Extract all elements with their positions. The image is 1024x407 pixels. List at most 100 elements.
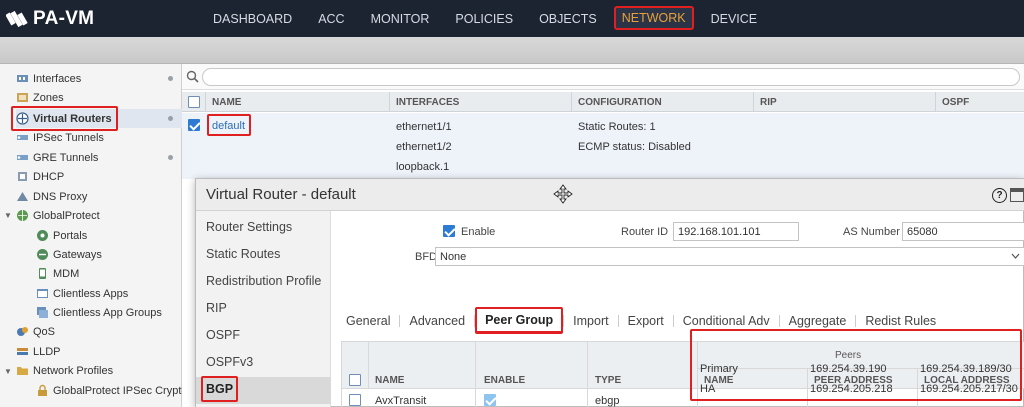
tab-peer-group[interactable]: Peer Group: [475, 307, 564, 334]
tab-network[interactable]: NETWORK: [613, 6, 694, 30]
gateway-icon: [37, 249, 48, 260]
tab-conditional-adv[interactable]: Conditional Adv: [674, 314, 779, 328]
column-group-name[interactable]: NAME: [375, 375, 404, 386]
nav-redistribution-profile[interactable]: Redistribution Profile: [206, 274, 321, 288]
enable-checkbox[interactable]: [443, 225, 455, 237]
interface-value: ethernet1/1: [396, 121, 452, 133]
sidebar-item-gre-tunnels[interactable]: GRE Tunnels: [16, 148, 98, 167]
router-id-input[interactable]: 192.168.101.101: [673, 222, 799, 241]
dhcp-icon: [18, 172, 27, 181]
tab-redist-rules[interactable]: Redist Rules: [856, 314, 945, 328]
sidebar-item-dns-proxy[interactable]: DNS Proxy: [16, 187, 87, 206]
app-icon: [37, 289, 48, 298]
peer-group-type: ebgp: [595, 395, 620, 407]
sidebar-item-ipsec-tunnels[interactable]: IPSec Tunnels: [16, 128, 104, 147]
help-icon[interactable]: ?: [992, 188, 1007, 203]
annotation-box-peers: [690, 329, 1022, 401]
collapse-toggle-icon[interactable]: ▼: [4, 211, 12, 220]
column-rip[interactable]: RIP: [754, 92, 936, 112]
interfaces-icon: [17, 75, 28, 82]
tab-aggregate[interactable]: Aggregate: [780, 314, 856, 328]
sub-toolbar: [0, 37, 1024, 64]
crypto-icon: [38, 384, 47, 396]
sidebar-item-label: GlobalProtect IPSec Crypto: [53, 384, 188, 397]
tab-dashboard[interactable]: DASHBOARD: [200, 0, 305, 37]
column-interfaces[interactable]: INTERFACES: [390, 92, 572, 112]
bfd-select[interactable]: None: [435, 247, 1024, 266]
column-type[interactable]: TYPE: [595, 375, 621, 386]
select-all-peer-groups-checkbox[interactable]: [349, 374, 361, 386]
nav-ospf[interactable]: OSPF: [206, 328, 240, 342]
filter-input[interactable]: [202, 68, 1020, 86]
bfd-selected-value: None: [440, 251, 467, 263]
tab-objects[interactable]: OBJECTS: [526, 0, 610, 37]
status-dot: [168, 155, 173, 160]
sidebar-item-portals[interactable]: Portals: [36, 226, 87, 245]
search-icon[interactable]: [186, 70, 199, 83]
tab-acc[interactable]: ACC: [305, 0, 357, 37]
sidebar-item-label: LLDP: [33, 345, 61, 358]
sidebar-item-gateways[interactable]: Gateways: [36, 245, 102, 264]
logo-text: PA-VM: [33, 7, 95, 29]
sidebar-item-globalprotect[interactable]: GlobalProtect: [16, 206, 100, 225]
column-ospf[interactable]: OSPF: [936, 92, 1024, 112]
tab-import[interactable]: Import: [564, 314, 617, 328]
peer-group-name[interactable]: AvxTransit: [375, 395, 426, 407]
status-dot: [168, 76, 173, 81]
main-nav: DASHBOARD ACC MONITOR POLICIES OBJECTS N…: [200, 0, 770, 37]
configuration-value: ECMP status: Disabled: [578, 141, 691, 153]
column-enable[interactable]: ENABLE: [484, 375, 525, 386]
pa-vm-logo: PA-VM: [0, 8, 200, 30]
status-dot: [168, 116, 173, 121]
column-configuration[interactable]: CONFIGURATION: [572, 92, 754, 112]
sidebar-item-label: Interfaces: [33, 72, 82, 85]
interface-value: ethernet1/2: [396, 141, 452, 153]
as-number-input[interactable]: 65080: [902, 222, 1024, 241]
maximize-icon[interactable]: [1010, 188, 1024, 202]
nav-ospfv3[interactable]: OSPFv3: [206, 355, 253, 369]
sidebar-item-lldp[interactable]: LLDP: [16, 342, 61, 361]
column-name[interactable]: NAME: [206, 92, 390, 112]
tab-export[interactable]: Export: [619, 314, 673, 328]
enable-label: Enable: [461, 226, 496, 238]
sidebar-item-clientless-app-groups[interactable]: Clientless App Groups: [36, 303, 162, 322]
select-all-cell: [182, 92, 206, 112]
tab-advanced[interactable]: Advanced: [400, 314, 474, 328]
sidebar-item-globalprotect-ipsec-crypto[interactable]: GlobalProtect IPSec Crypto: [36, 381, 188, 400]
dialog-header[interactable]: Virtual Router - default ?: [196, 179, 1024, 211]
nav-rip[interactable]: RIP: [206, 301, 227, 315]
network-tree: Interfaces Zones Virtual Routers IPSec T…: [0, 64, 188, 407]
tab-device[interactable]: DEVICE: [698, 0, 771, 37]
peer-group-enabled-checkbox: [484, 394, 496, 406]
column-divider: [587, 342, 588, 407]
sidebar-item-label: Portals: [53, 229, 88, 242]
annotation-box-default: [207, 114, 251, 136]
sidebar-item-dhcp[interactable]: DHCP: [16, 167, 64, 186]
sidebar-item-label: Zones: [33, 91, 64, 104]
tab-general[interactable]: General: [346, 314, 399, 328]
select-all-checkbox[interactable]: [188, 96, 200, 108]
row-select-checkbox[interactable]: [188, 119, 200, 131]
nav-router-settings[interactable]: Router Settings: [206, 220, 292, 234]
portal-icon: [37, 230, 48, 241]
sidebar-item-label: GRE Tunnels: [33, 151, 99, 164]
nav-static-routes[interactable]: Static Routes: [206, 247, 280, 261]
sidebar-item-label: IPSec Tunnels: [33, 131, 104, 144]
sidebar-item-label: Clientless Apps: [53, 287, 129, 300]
filter-bar: [182, 64, 1024, 90]
top-navigation-bar: PA-VM DASHBOARD ACC MONITOR POLICIES OBJ…: [0, 0, 1024, 37]
move-cursor-icon: [553, 184, 573, 204]
paloalto-logo-icon: [6, 10, 28, 27]
sidebar-item-label: DHCP: [33, 170, 65, 183]
sidebar-item-network-profiles[interactable]: Network Profiles: [16, 361, 113, 380]
sidebar-item-mdm[interactable]: MDM: [36, 264, 79, 283]
peer-group-row-checkbox[interactable]: [349, 394, 361, 406]
sidebar-item-qos[interactable]: QoS: [16, 322, 55, 341]
collapse-toggle-icon[interactable]: ▼: [4, 367, 12, 376]
sidebar-item-zones[interactable]: Zones: [16, 88, 64, 107]
tab-monitor[interactable]: MONITOR: [358, 0, 443, 37]
tab-policies[interactable]: POLICIES: [442, 0, 526, 37]
sidebar-item-interfaces[interactable]: Interfaces: [16, 69, 81, 88]
sidebar-item-clientless-apps[interactable]: Clientless Apps: [36, 284, 128, 303]
qos-icon: [17, 327, 28, 336]
